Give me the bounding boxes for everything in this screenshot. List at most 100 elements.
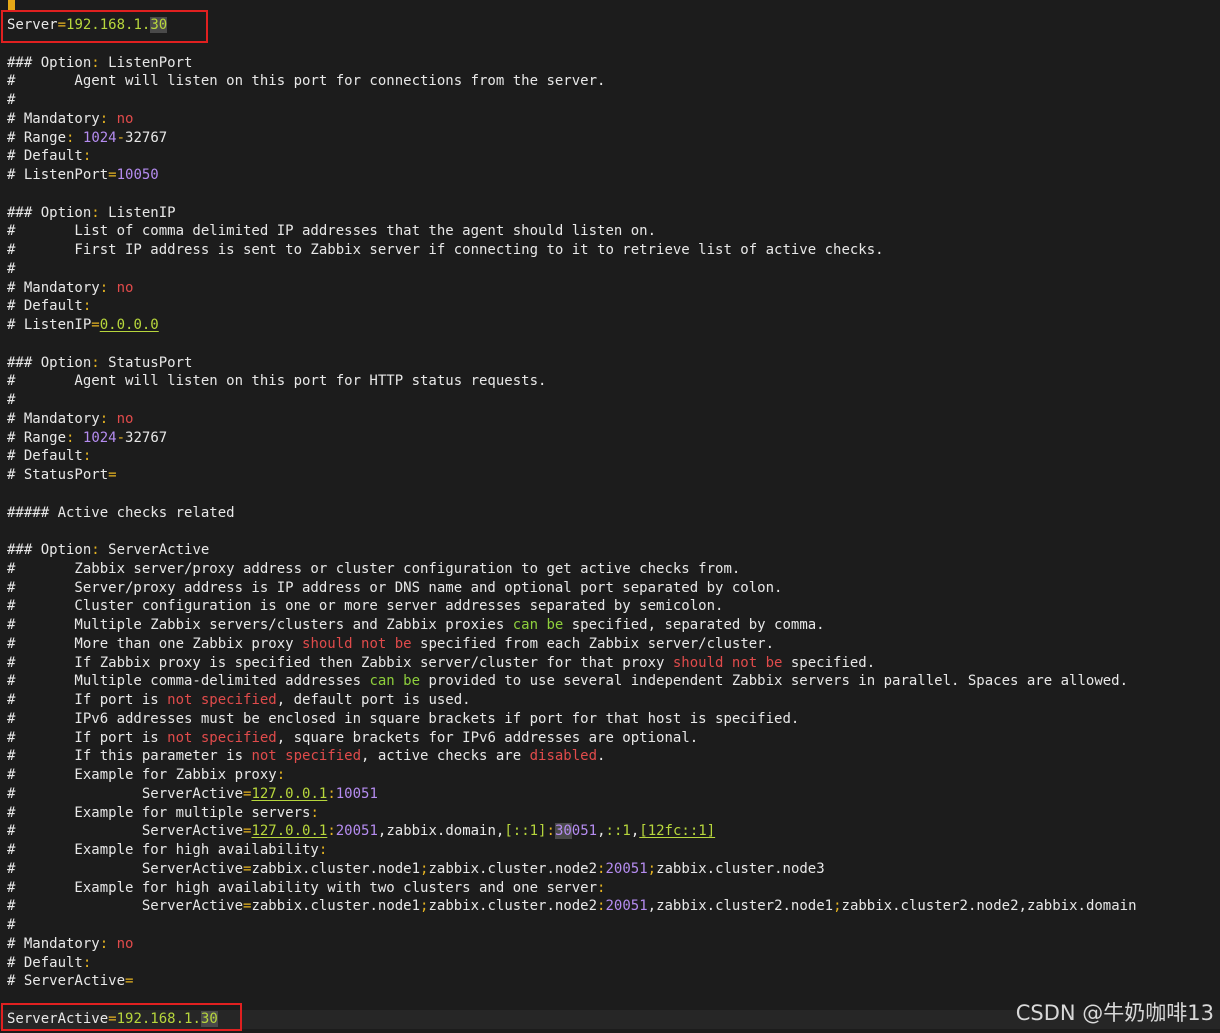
code-token: 127.0.0.1 [251, 823, 328, 840]
code-line[interactable]: # Default: [0, 447, 1220, 466]
code-token: # Agent will listen on this port for HTT… [7, 373, 547, 390]
code-line[interactable]: # Mandatory: no [0, 279, 1220, 298]
code-token: not specified [167, 692, 277, 708]
code-token: 32767 [125, 129, 168, 146]
code-token: not specified [251, 748, 362, 765]
code-line[interactable]: # StatusPort= [0, 466, 1220, 485]
code-token: ### Option [7, 354, 92, 371]
code-line[interactable]: # Agent will listen on this port for con… [0, 72, 1220, 91]
code-token: ; [833, 898, 842, 915]
code-token: ### Option [7, 204, 92, 221]
code-token: # [7, 260, 16, 277]
code-line[interactable]: # Server/proxy address is IP address or … [0, 579, 1220, 598]
code-line[interactable]: ### Option: StatusPort [0, 354, 1220, 373]
code-token: # Zabbix server/proxy address or cluster… [7, 560, 741, 577]
code-token: : [99, 279, 109, 296]
code-line[interactable]: # If port is not specified, square brack… [0, 729, 1220, 748]
code-line[interactable]: # Agent will listen on this port for HTT… [0, 372, 1220, 391]
code-token: : [91, 354, 100, 371]
code-line[interactable]: # Range: 1024-32767 [0, 429, 1220, 448]
code-token: # Default [7, 298, 83, 315]
code-token: can be [512, 617, 564, 633]
code-token: no [116, 410, 134, 427]
code-line[interactable]: # Default: [0, 297, 1220, 316]
code-token: : [276, 767, 286, 783]
code-line[interactable]: # [0, 916, 1220, 935]
code-token: ,zabbix.domain, [377, 823, 505, 840]
code-line[interactable]: # ServerActive= [0, 972, 1220, 991]
code-line[interactable]: # Default: [0, 147, 1220, 166]
code-token: = [108, 167, 117, 183]
code-line[interactable]: ### Option: ServerActive [0, 541, 1220, 560]
code-token: # Default [7, 448, 83, 465]
code-line[interactable]: # ListenPort=10050 [0, 166, 1220, 185]
code-line[interactable]: # Range: 1024-32767 [0, 129, 1220, 148]
code-editor[interactable]: Server=192.168.1.30 ### Option: ListenPor… [0, 0, 1220, 1033]
code-token: # Server/proxy address is IP address or … [7, 579, 783, 596]
code-token: # Range [7, 129, 67, 146]
code-line[interactable]: # Example for high availability: [0, 841, 1220, 860]
code-line[interactable]: # First IP address is sent to Zabbix ser… [0, 241, 1220, 260]
code-line[interactable]: # Example for multiple servers: [0, 804, 1220, 823]
code-token: no [116, 110, 134, 127]
code-line[interactable]: # Mandatory: no [0, 110, 1220, 129]
code-token: : [597, 879, 606, 896]
code-line[interactable]: # If port is not specified, default port… [0, 691, 1220, 710]
code-line[interactable] [0, 522, 1220, 541]
code-line[interactable]: # ListenIP=0.0.0.0 [0, 316, 1220, 335]
code-token: 10050 [116, 167, 159, 183]
code-token: # Range [7, 429, 67, 446]
code-line[interactable]: # [0, 260, 1220, 279]
code-token: # List of comma delimited IP addresses t… [7, 223, 657, 240]
code-line[interactable]: # Mandatory: no [0, 935, 1220, 954]
code-token: zabbix.cluster.node1 [251, 860, 421, 877]
code-line[interactable]: # Mandatory: no [0, 410, 1220, 429]
code-line[interactable]: # Cluster configuration is one or more s… [0, 597, 1220, 616]
code-line[interactable]: # Default: [0, 954, 1220, 973]
code-token: # StatusPort [7, 467, 109, 483]
code-line[interactable] [0, 485, 1220, 504]
code-token: [12fc::1] [639, 823, 716, 840]
code-line[interactable]: # Example for high availability with two… [0, 879, 1220, 898]
code-line[interactable]: ### Option: ListenPort [0, 54, 1220, 73]
code-line[interactable]: # IPv6 addresses must be enclosed in squ… [0, 710, 1220, 729]
code-token: specified. [782, 654, 876, 671]
code-line[interactable]: # ServerActive=127.0.0.1:10051 [0, 785, 1220, 804]
code-token: 32767 [125, 429, 168, 446]
code-line[interactable]: # Multiple comma-delimited addresses can… [0, 672, 1220, 691]
code-line[interactable]: # [0, 91, 1220, 110]
code-line[interactable]: # Zabbix server/proxy address or cluster… [0, 560, 1220, 579]
code-token: 0.0.0.0 [99, 317, 159, 333]
code-token: # Mandatory [7, 410, 100, 427]
code-token: 20051 [605, 898, 648, 915]
code-line[interactable]: # [0, 391, 1220, 410]
code-token: ServerActive [99, 542, 210, 558]
code-line[interactable]: # ServerActive=127.0.0.1:20051,zabbix.do… [0, 822, 1220, 841]
code-line[interactable]: ##### Active checks related [0, 504, 1220, 523]
code-line[interactable]: # If Zabbix proxy is specified then Zabb… [0, 654, 1220, 673]
code-token: # Cluster configuration is one or more s… [7, 598, 724, 615]
code-line[interactable]: # Multiple Zabbix servers/clusters and Z… [0, 616, 1220, 635]
code-token: [::1] [504, 823, 547, 840]
code-line[interactable] [0, 185, 1220, 204]
code-token: 127.0.0.1 [251, 785, 328, 802]
code-line[interactable]: # ServerActive=zabbix.cluster.node1;zabb… [0, 897, 1220, 916]
code-line[interactable]: # ServerActive=zabbix.cluster.node1;zabb… [0, 860, 1220, 879]
code-token: : [546, 823, 555, 840]
code-token: # ListenPort [7, 167, 109, 183]
code-token: , default port is used. [276, 692, 471, 708]
code-line[interactable] [0, 335, 1220, 354]
code-token: # Example for Zabbix proxy [7, 767, 277, 783]
code-token: ListenIP [99, 204, 176, 221]
code-token: # [7, 92, 16, 108]
code-line[interactable]: ### Option: ListenIP [0, 204, 1220, 223]
code-token: ; [647, 860, 657, 877]
code-token: # Multiple Zabbix servers/clusters and Z… [7, 617, 513, 633]
code-line[interactable]: # If this parameter is not specified, ac… [0, 747, 1220, 766]
code-token: # ServerActive [7, 823, 244, 840]
code-line[interactable]: # List of comma delimited IP addresses t… [0, 222, 1220, 241]
code-line[interactable]: # Example for Zabbix proxy: [0, 766, 1220, 785]
code-line[interactable]: # More than one Zabbix proxy should not … [0, 635, 1220, 654]
